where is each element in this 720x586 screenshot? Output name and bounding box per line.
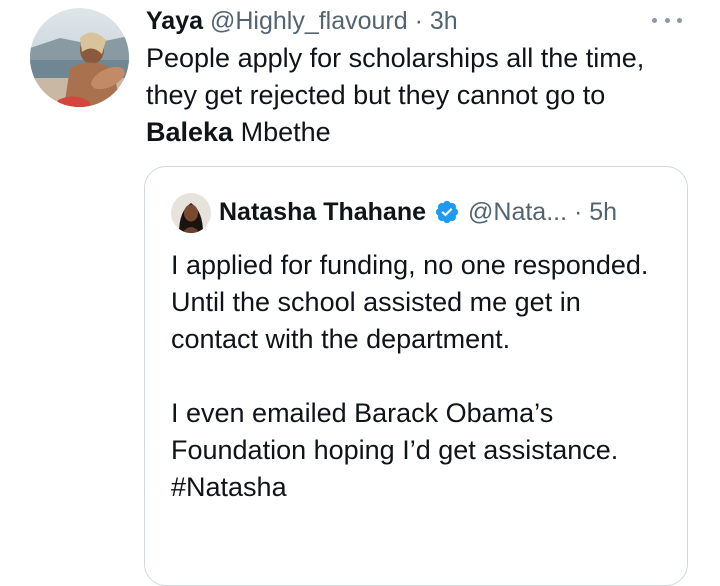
quoted-paragraph: I even emailed Barack Obama’s Foundation…: [171, 398, 619, 502]
tweet-text-line: People apply for scholarships all the ti…: [146, 43, 645, 73]
more-horizontal-icon[interactable]: [652, 14, 682, 26]
quoted-paragraph: I applied for funding, no one responded.…: [171, 250, 649, 354]
quoted-author-avatar[interactable]: [171, 193, 211, 233]
tweet-text-line: Baleka Mbethe: [146, 114, 706, 151]
plain-text: Mbethe: [233, 117, 331, 147]
avatar-photo: [30, 8, 129, 107]
meta-separator: ·: [414, 7, 423, 35]
verified-badge-icon: [434, 199, 460, 225]
tweet-header: Yaya @Highly_flavourd · 3h: [146, 6, 458, 36]
quoted-tweet-text: I applied for funding, no one responded.…: [171, 247, 671, 506]
author-avatar[interactable]: [30, 8, 129, 107]
quoted-author-name[interactable]: Natasha Thahane: [219, 196, 426, 228]
quoted-author-handle[interactable]: @Nata...: [468, 196, 567, 228]
author-handle[interactable]: @Highly_flavourd: [210, 7, 408, 35]
meta-separator: ·: [574, 198, 583, 226]
tweet-text-line: they get rejected but they cannot go to: [146, 80, 606, 110]
quoted-avatar-photo: [171, 193, 211, 233]
author-name[interactable]: Yaya: [146, 7, 203, 35]
quoted-tweet-header: Natasha Thahane @Nata... · 5h: [219, 196, 617, 228]
tweet-text: People apply for scholarships all the ti…: [146, 40, 706, 151]
quoted-tweet-timestamp[interactable]: 5h: [589, 196, 617, 228]
tweet-timestamp[interactable]: 3h: [430, 7, 458, 35]
tweet[interactable]: Yaya @Highly_flavourd · 3h People apply …: [0, 0, 720, 586]
quoted-tweet[interactable]: Natasha Thahane @Nata... · 5h I applied …: [144, 166, 688, 586]
bold-text: Baleka: [146, 117, 234, 147]
